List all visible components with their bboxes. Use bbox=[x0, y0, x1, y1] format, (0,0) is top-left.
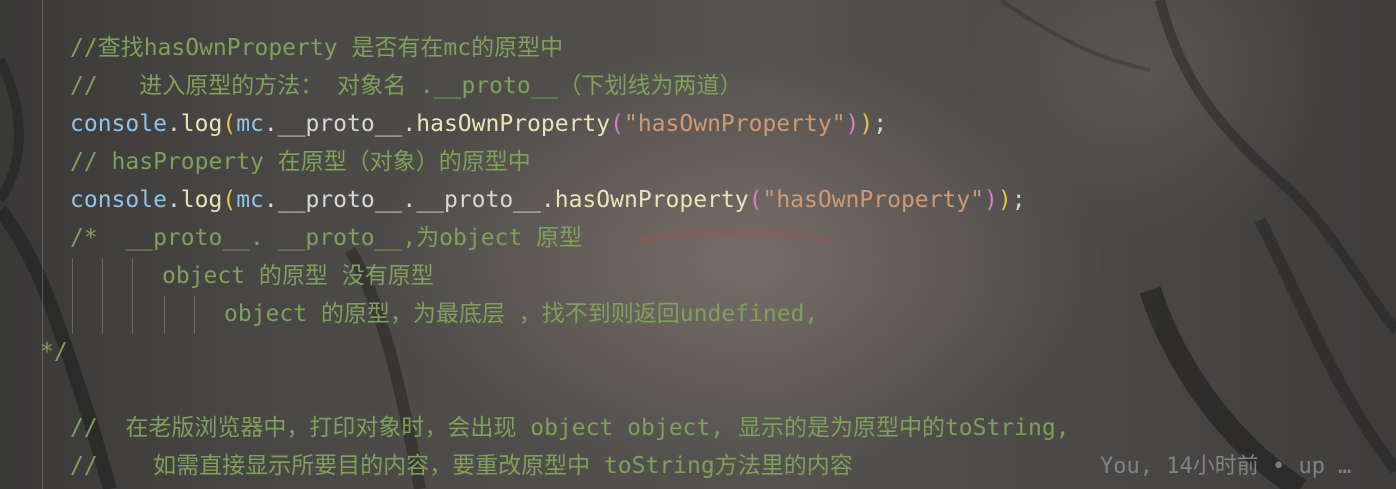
code-line-3[interactable]: console.log(mc.__proto__.hasOwnProperty(… bbox=[70, 105, 887, 143]
code-line-8[interactable]: object 的原型，为最底层 ，找不到则返回undefined, bbox=[224, 295, 818, 333]
code-token-comment: // 进入原型的方法： 对象名 .__proto__（下划线为两道） bbox=[70, 73, 743, 99]
code-token-comment: // hasProperty 在原型（对象）的原型中 bbox=[70, 149, 531, 175]
code-line-4[interactable]: // hasProperty 在原型（对象）的原型中 bbox=[70, 143, 531, 181]
code-token-punct: . bbox=[540, 187, 555, 213]
code-token-paren1: ) bbox=[997, 187, 1012, 213]
code-line-6[interactable]: /* __proto__. __proto__,为object 原型 bbox=[70, 219, 582, 257]
code-token-string: "hasOwnProperty" bbox=[623, 111, 846, 137]
code-token-punct: . bbox=[166, 111, 181, 137]
code-token-comment: //查找hasOwnProperty 是否有在mc的原型中 bbox=[70, 35, 564, 61]
indent-guide bbox=[102, 258, 103, 334]
code-line-5[interactable]: console.log(mc.__proto__.__proto__.hasOw… bbox=[70, 181, 1026, 219]
code-token-paren2: ( bbox=[610, 111, 624, 137]
indent-guide bbox=[164, 296, 165, 334]
code-token-ident: mc bbox=[236, 187, 264, 213]
code-token-comment: /* __proto__. __proto__,为object 原型 bbox=[70, 225, 583, 251]
code-token-ident: console bbox=[70, 111, 167, 137]
code-token-prop: __proto__ bbox=[416, 187, 541, 213]
code-token-call: log bbox=[180, 187, 223, 213]
code-token-call: log bbox=[180, 111, 223, 137]
code-token-paren1: ( bbox=[222, 111, 237, 137]
code-line-12[interactable]: // 如需直接显示所要目的内容，要重改原型中 toString方法里的内容 bbox=[70, 447, 853, 485]
code-line-11[interactable]: // 在老版浏览器中，打印对象时，会出现 object object, 显示的是… bbox=[70, 409, 1070, 447]
indent-guide bbox=[132, 258, 133, 334]
code-token-prop: __proto__ bbox=[277, 187, 403, 213]
code-token-punct: ; bbox=[1011, 187, 1026, 213]
code-token-string: "hasOwnProperty" bbox=[762, 187, 985, 213]
code-token-punct: . bbox=[402, 187, 417, 213]
code-line-9[interactable]: */ bbox=[40, 333, 68, 371]
code-token-ident: console bbox=[70, 187, 167, 213]
indent-guide bbox=[72, 258, 73, 334]
code-token-ident: mc bbox=[236, 111, 264, 137]
code-token-paren1: ) bbox=[859, 111, 874, 137]
code-line-1[interactable]: //查找hasOwnProperty 是否有在mc的原型中 bbox=[70, 29, 563, 67]
code-token-punct: . bbox=[263, 111, 278, 137]
code-token-punct: . bbox=[402, 111, 417, 137]
code-token-paren2: ( bbox=[748, 187, 763, 213]
code-token-paren2: ) bbox=[984, 187, 998, 213]
code-token-punct: . bbox=[166, 187, 181, 213]
code-token-comment: // 在老版浏览器中，打印对象时，会出现 object object, 显示的是… bbox=[70, 415, 1070, 441]
code-token-prop: __proto__ bbox=[277, 111, 403, 137]
code-token-call: hasOwnProperty bbox=[416, 111, 611, 137]
code-token-paren1: ( bbox=[222, 187, 237, 213]
code-editor[interactable]: //查找hasOwnProperty 是否有在mc的原型中 // 进入原型的方法：… bbox=[0, 0, 1396, 489]
code-line-7[interactable]: object 的原型 没有原型 bbox=[162, 257, 434, 295]
code-token-punct: . bbox=[263, 187, 278, 213]
code-token-call: hasOwnProperty bbox=[554, 187, 749, 213]
code-line-2[interactable]: // 进入原型的方法： 对象名 .__proto__（下划线为两道） bbox=[70, 67, 742, 105]
code-token-paren2: ) bbox=[845, 111, 860, 137]
code-token-comment: object 的原型，为最底层 ，找不到则返回undefined, bbox=[224, 301, 819, 327]
code-token-comment: object 的原型 没有原型 bbox=[162, 263, 434, 289]
code-token-punct: ; bbox=[873, 111, 888, 137]
indent-guide bbox=[194, 296, 195, 334]
code-token-comment: // 如需直接显示所要目的内容，要重改原型中 toString方法里的内容 bbox=[70, 453, 853, 479]
code-token-comment: */ bbox=[40, 339, 68, 365]
git-blame-annotation: You, 14小时前 • up … bbox=[1100, 454, 1352, 479]
indent-guide bbox=[42, 0, 43, 489]
